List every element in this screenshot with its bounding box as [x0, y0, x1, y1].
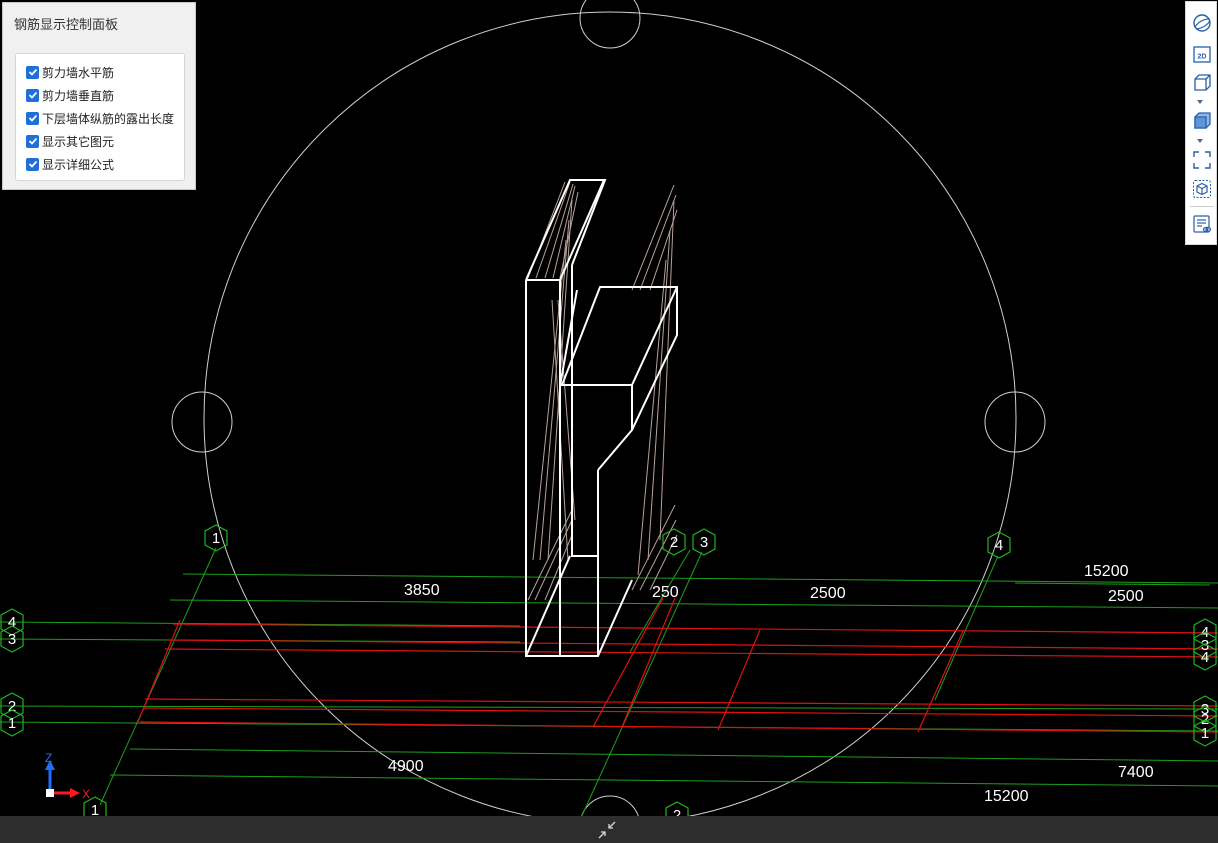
- properties-button[interactable]: [1191, 213, 1213, 235]
- collapse-arrows-icon[interactable]: [597, 820, 617, 840]
- shaded-cube-dropdown-icon[interactable]: [1197, 139, 1203, 143]
- svg-text:3: 3: [700, 534, 708, 551]
- axis-bubble-top-3: 3: [692, 528, 716, 556]
- dim-top-right: 2500: [1108, 588, 1144, 605]
- svg-text:2: 2: [8, 698, 16, 715]
- option-lower-wall-rebar-exposed-length[interactable]: 下层墙体纵筋的露出长度: [26, 109, 174, 127]
- axis-x-label: X: [82, 787, 90, 801]
- shaded-cube-button[interactable]: [1191, 110, 1213, 132]
- view-cube-button[interactable]: [1191, 72, 1213, 94]
- checkbox-checked-icon[interactable]: [26, 88, 39, 102]
- axis-bubble-top-2: 2: [662, 528, 686, 556]
- nav-knob-left: [171, 391, 233, 453]
- fit-view-button[interactable]: [1191, 149, 1213, 171]
- select-cube-icon: [1193, 180, 1211, 198]
- view-cube-icon: [1194, 74, 1211, 91]
- properties-icon: [1193, 215, 1212, 233]
- panel-title: 钢筋显示控制面板: [14, 18, 119, 33]
- dim-top-mid: 2500: [810, 585, 846, 602]
- svg-text:2: 2: [670, 534, 678, 551]
- red-lines: [137, 597, 1218, 733]
- dim-top-mid-small: 250: [652, 584, 679, 601]
- checkbox-checked-icon[interactable]: [26, 111, 39, 125]
- svg-text:4: 4: [1201, 649, 1209, 666]
- view-toolbar: 2D: [1185, 1, 1217, 245]
- svg-text:1: 1: [1201, 725, 1209, 742]
- option-show-other-elements[interactable]: 显示其它图元: [26, 132, 114, 150]
- axis-bubbles: 1 2 3 4 1 2 4 3 2 1 4 3 4 3 2 1: [0, 524, 1217, 829]
- shaded-cube-icon: [1194, 112, 1211, 129]
- svg-text:4: 4: [995, 537, 1003, 554]
- option-show-detailed-formula[interactable]: 显示详细公式: [26, 155, 114, 173]
- option-wall-horizontal-rebar[interactable]: 剪力墙水平筋: [26, 63, 114, 81]
- dim-top-total: 15200: [1084, 563, 1129, 580]
- dim-bottom-total: 15200: [984, 788, 1029, 805]
- svg-text:4: 4: [8, 614, 16, 631]
- orbit-button[interactable]: [1191, 12, 1213, 34]
- nav-knob-top: [579, 0, 641, 49]
- option-wall-vertical-rebar[interactable]: 剪力墙垂直筋: [26, 86, 114, 104]
- svg-text:1: 1: [212, 530, 220, 547]
- panel-options-box: 剪力墙水平筋 剪力墙垂直筋 下层墙体纵筋的露出长度 显示其它图元 显示详细公式: [15, 53, 185, 181]
- svg-text:2D: 2D: [1198, 54, 1207, 61]
- view-2d-button[interactable]: 2D: [1191, 43, 1213, 65]
- fit-view-icon: [1193, 151, 1211, 169]
- toolbar-divider: [1190, 206, 1214, 207]
- checkbox-checked-icon[interactable]: [26, 134, 39, 148]
- navigation-circle: [171, 0, 1046, 843]
- dim-bottom-left: 4900: [388, 758, 424, 775]
- svg-text:1: 1: [8, 715, 16, 732]
- status-bar: [0, 816, 1218, 843]
- axis-triad: Z X: [45, 751, 90, 801]
- rebar-display-control-panel: 钢筋显示控制面板 剪力墙水平筋 剪力墙垂直筋 下层墙体纵筋的露出长度 显示其它图…: [2, 2, 196, 190]
- axis-z-label: Z: [45, 751, 52, 765]
- dimension-labels: 3850 250 2500 2500 15200 4900 7400 15200: [388, 563, 1154, 805]
- view-2d-icon: 2D: [1193, 46, 1211, 63]
- grid-lines: [0, 547, 1218, 821]
- dim-top-left: 3850: [404, 582, 440, 599]
- rebar-left-panel: [527, 181, 579, 601]
- svg-text:3: 3: [8, 631, 16, 648]
- view-cube-dropdown-icon[interactable]: [1197, 100, 1203, 104]
- checkbox-checked-icon[interactable]: [26, 65, 39, 79]
- checkbox-checked-icon[interactable]: [26, 157, 39, 171]
- select-cube-button[interactable]: [1191, 178, 1213, 200]
- rebar-mesh: [527, 181, 678, 601]
- rebar-right-panel: [631, 184, 678, 591]
- dim-bottom-right: 7400: [1118, 764, 1154, 781]
- axis-bubble-top-1: 1: [204, 524, 228, 552]
- orbit-icon: [1193, 14, 1211, 32]
